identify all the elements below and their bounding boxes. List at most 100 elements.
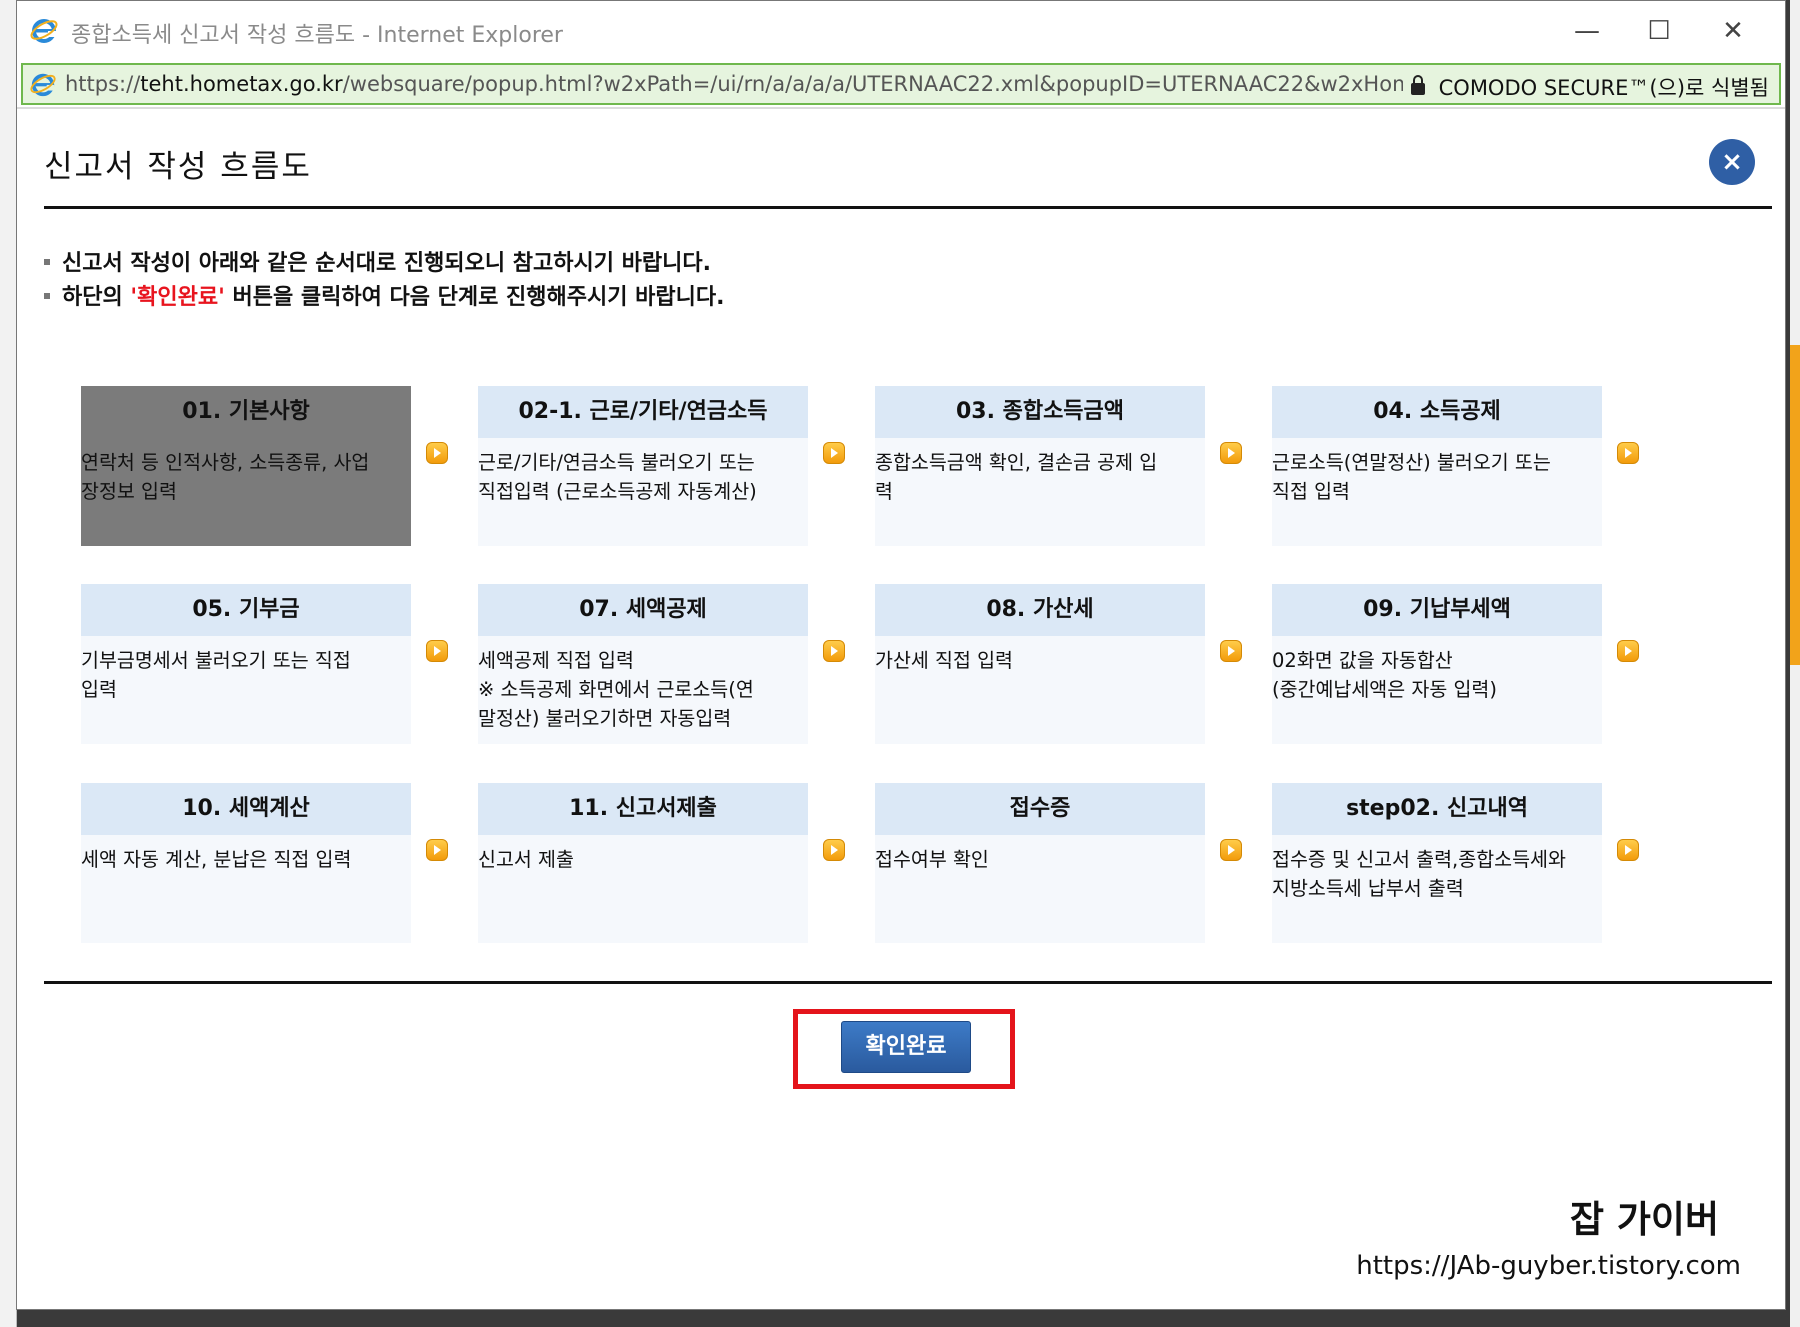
flow-step-card: 02-1. 근로/기타/연금소득근로/기타/연금소득 불러오기 또는직접입력 (… — [478, 386, 808, 546]
flow-step-description: 세액 자동 계산, 분납은 직접 입력 — [81, 845, 411, 874]
flow-step-line: 연락처 등 인적사항, 소득종류, 사업 — [81, 451, 370, 474]
flow-step-line: 직접 입력 — [1272, 480, 1350, 503]
divider — [44, 981, 1772, 984]
flow-step-description: 기부금명세서 불러오기 또는 직접입력 — [81, 646, 411, 704]
flow-step-description: 신고서 제출 — [478, 845, 808, 874]
flow-step-line: 근로소득(연말정산) 불러오기 또는 — [1272, 451, 1551, 474]
flow-step-title: 07. 세액공제 — [478, 584, 808, 636]
background-orange-strip — [1790, 345, 1800, 665]
flow-step-card: 03. 종합소득금액종합소득금액 확인, 결손금 공제 입력 — [875, 386, 1205, 546]
flow-step-title: 08. 가산세 — [875, 584, 1205, 636]
notice-text: 하단의 — [62, 285, 131, 310]
watermark-url: https://JAb-guyber.tistory.com — [1356, 1251, 1741, 1281]
next-arrow-icon — [823, 839, 845, 861]
next-arrow-icon — [823, 442, 845, 464]
flow-step-line: 세액 자동 계산, 분납은 직접 입력 — [81, 848, 352, 871]
url-host: teht.hometax.go.kr — [140, 72, 343, 96]
flow-step-title: 10. 세액계산 — [81, 783, 411, 835]
next-arrow-icon — [1220, 442, 1242, 464]
flow-step-card: 접수증접수여부 확인 — [875, 783, 1205, 943]
next-arrow-icon — [426, 839, 448, 861]
next-arrow-icon — [1220, 839, 1242, 861]
flow-step-description: 접수증 및 신고서 출력,종합소득세와지방소득세 납부서 출력 — [1272, 845, 1602, 903]
flow-step-description: 02화면 값을 자동합산 (중간예납세액은 자동 입력) — [1272, 646, 1602, 704]
flow-step-line: 세액공제 직접 입력 — [478, 649, 634, 672]
flow-step-title: 접수증 — [875, 783, 1205, 835]
flow-step-description: 근로/기타/연금소득 불러오기 또는직접입력 (근로소득공제 자동계산) — [478, 448, 808, 506]
address-bar[interactable]: https://teht.hometax.go.kr/websquare/pop… — [21, 63, 1781, 105]
window-title: 종합소득세 신고서 작성 흐름도 - Internet Explorer — [71, 23, 563, 48]
flow-step-line: 지방소득세 납부서 출력 — [1272, 877, 1464, 900]
flow-step-title: 01. 기본사항 — [81, 386, 411, 438]
security-label: COMODO SECURE™(으)로 식별됨 — [1438, 76, 1769, 100]
next-arrow-icon — [426, 640, 448, 662]
flow-step-description: 근로소득(연말정산) 불러오기 또는직접 입력 — [1272, 448, 1602, 506]
background-window-edge — [0, 0, 17, 1327]
confirm-button[interactable]: 확인완료 — [841, 1021, 971, 1073]
flow-step-description: 접수여부 확인 — [875, 845, 1205, 874]
flow-step-line: 접수증 및 신고서 출력,종합소득세와 — [1272, 848, 1566, 871]
flow-step-title: 05. 기부금 — [81, 584, 411, 636]
notice-highlight: '확인완료' — [130, 285, 225, 310]
flow-step-line: ※ 소득공제 화면에서 근로소득(연 — [478, 678, 754, 701]
flow-step-description: 종합소득금액 확인, 결손금 공제 입력 — [875, 448, 1205, 506]
notice-line: 신고서 작성이 아래와 같은 순서대로 진행되오니 참고하시기 바랍니다. — [44, 245, 711, 277]
next-arrow-icon — [1617, 839, 1639, 861]
minimize-button[interactable]: — — [1557, 9, 1617, 53]
flow-step-title: 04. 소득공제 — [1272, 386, 1602, 438]
maximize-button[interactable]: ☐ — [1629, 9, 1689, 53]
next-arrow-icon — [1617, 640, 1639, 662]
flow-step-line: 종합소득금액 확인, 결손금 공제 입 — [875, 451, 1158, 474]
divider — [44, 206, 1772, 209]
flow-step-line: 말정산) 불러오기하면 자동입력 — [478, 707, 732, 730]
flow-step-card: 08. 가산세가산세 직접 입력 — [875, 584, 1205, 744]
url-scheme: https:// — [65, 72, 141, 96]
flow-step-line: 가산세 직접 입력 — [875, 649, 1013, 672]
internet-explorer-icon — [30, 73, 56, 97]
flow-step-card: 09. 기납부세액 02화면 값을 자동합산 (중간예납세액은 자동 입력) — [1272, 584, 1602, 744]
url-text: https://teht.hometax.go.kr/websquare/pop… — [65, 72, 1450, 96]
next-arrow-icon — [1220, 640, 1242, 662]
flow-step-description: 세액공제 직접 입력 ※ 소득공제 화면에서 근로소득(연말정산) 불러오기하면 … — [478, 646, 808, 733]
flow-step-card: step02. 신고내역접수증 및 신고서 출력,종합소득세와지방소득세 납부서… — [1272, 783, 1602, 943]
flow-step-line: 02화면 값을 자동합산 — [1272, 649, 1453, 672]
flow-step-card: 11. 신고서제출신고서 제출 — [478, 783, 808, 943]
flow-step-line: 근로/기타/연금소득 불러오기 또는 — [478, 451, 755, 474]
bullet-icon — [44, 259, 50, 265]
flow-step-line: 장정보 입력 — [81, 480, 177, 503]
flow-step-card: 07. 세액공제세액공제 직접 입력 ※ 소득공제 화면에서 근로소득(연말정산)… — [478, 584, 808, 744]
flow-step-title: 02-1. 근로/기타/연금소득 — [478, 386, 808, 438]
flow-step-line: (중간예납세액은 자동 입력) — [1272, 678, 1497, 701]
flow-step-line: 입력 — [81, 678, 117, 701]
bullet-icon — [44, 293, 50, 299]
flow-step-line: 기부금명세서 불러오기 또는 직접 — [81, 649, 351, 672]
flow-step-title: 03. 종합소득금액 — [875, 386, 1205, 438]
flow-step-card: 04. 소득공제근로소득(연말정산) 불러오기 또는직접 입력 — [1272, 386, 1602, 546]
notice-line: 하단의 '확인완료' 버튼을 클릭하여 다음 단계로 진행해주시기 바랍니다. — [44, 279, 724, 311]
flow-step-description: 연락처 등 인적사항, 소득종류, 사업장정보 입력 — [81, 448, 411, 506]
flow-step-title: 09. 기납부세액 — [1272, 584, 1602, 636]
flow-step-line: 접수여부 확인 — [875, 848, 989, 871]
background-window-right-edge — [1790, 0, 1800, 1327]
notice-text: 버튼을 클릭하여 다음 단계로 진행해주시기 바랍니다. — [224, 285, 725, 310]
next-arrow-icon — [426, 442, 448, 464]
internet-explorer-icon — [30, 19, 58, 43]
flow-step-line: 력 — [875, 480, 893, 503]
popup-title: 신고서 작성 흐름도 — [44, 149, 312, 185]
url-path: /websquare/popup.html?w2xPath=/ui/rn/a/a… — [342, 72, 1451, 96]
flow-step-line: 직접입력 (근로소득공제 자동계산) — [478, 480, 757, 503]
security-indicator[interactable]: COMODO SECURE™(으)로 식별됨 — [1402, 72, 1769, 102]
popup-close-button[interactable]: × — [1709, 139, 1755, 185]
flow-step-card: 05. 기부금기부금명세서 불러오기 또는 직접입력 — [81, 584, 411, 744]
notice-text: 신고서 작성이 아래와 같은 순서대로 진행되오니 참고하시기 바랍니다. — [62, 251, 711, 276]
title-bar: 종합소득세 신고서 작성 흐름도 - Internet Explorer — ☐… — [17, 1, 1785, 61]
flow-step-card: 01. 기본사항연락처 등 인적사항, 소득종류, 사업장정보 입력 — [81, 386, 411, 546]
flow-step-title: 11. 신고서제출 — [478, 783, 808, 835]
window-close-button[interactable]: ✕ — [1703, 9, 1763, 53]
flow-step-line: 신고서 제출 — [478, 848, 574, 871]
flow-step-description: 가산세 직접 입력 — [875, 646, 1205, 675]
divider — [17, 107, 1785, 109]
lock-icon — [1410, 75, 1425, 95]
flow-step-card: 10. 세액계산세액 자동 계산, 분납은 직접 입력 — [81, 783, 411, 943]
flow-step-title: step02. 신고내역 — [1272, 783, 1602, 835]
